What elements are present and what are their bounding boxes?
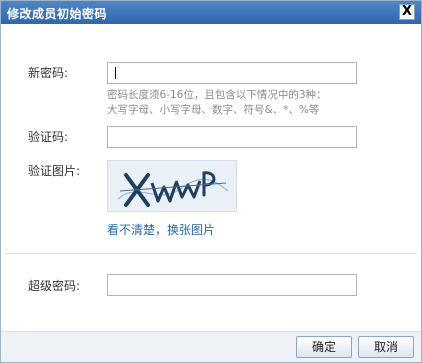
captcha-input[interactable] (107, 126, 357, 148)
dialog-titlebar: 修改成员初始密码 X (1, 1, 421, 24)
cancel-button[interactable]: 取消 (358, 336, 414, 358)
dialog-title: 修改成员初始密码 (7, 7, 108, 21)
text-caret (115, 67, 116, 79)
captcha-image[interactable] (107, 160, 237, 212)
password-hint-line2: 大写字母、小写字母、数字、符号&、*、%等 (107, 104, 320, 116)
ok-button[interactable]: 确定 (296, 336, 352, 358)
section-divider (5, 253, 417, 254)
dialog-footer: 确定 取消 (1, 331, 421, 362)
new-password-input[interactable] (107, 62, 357, 84)
close-button[interactable]: X (399, 4, 415, 20)
super-password-input[interactable] (107, 274, 357, 296)
password-hint-line1: 密码长度须6-16位，且包含以下情况中的3种： (107, 89, 327, 101)
change-initial-password-dialog: 修改成员初始密码 X 新密码: 密码长度须6-16位，且包含以下情况中的3种： … (0, 0, 422, 363)
refresh-captcha-link[interactable]: 看不清楚，换张图片 (107, 221, 215, 238)
super-password-label: 超级密码: (28, 279, 81, 293)
new-password-label: 新密码: (28, 66, 69, 80)
captcha-glyphs (117, 171, 229, 207)
captcha-image-label: 验证图片: (28, 164, 81, 178)
captcha-label: 验证码: (28, 130, 69, 144)
